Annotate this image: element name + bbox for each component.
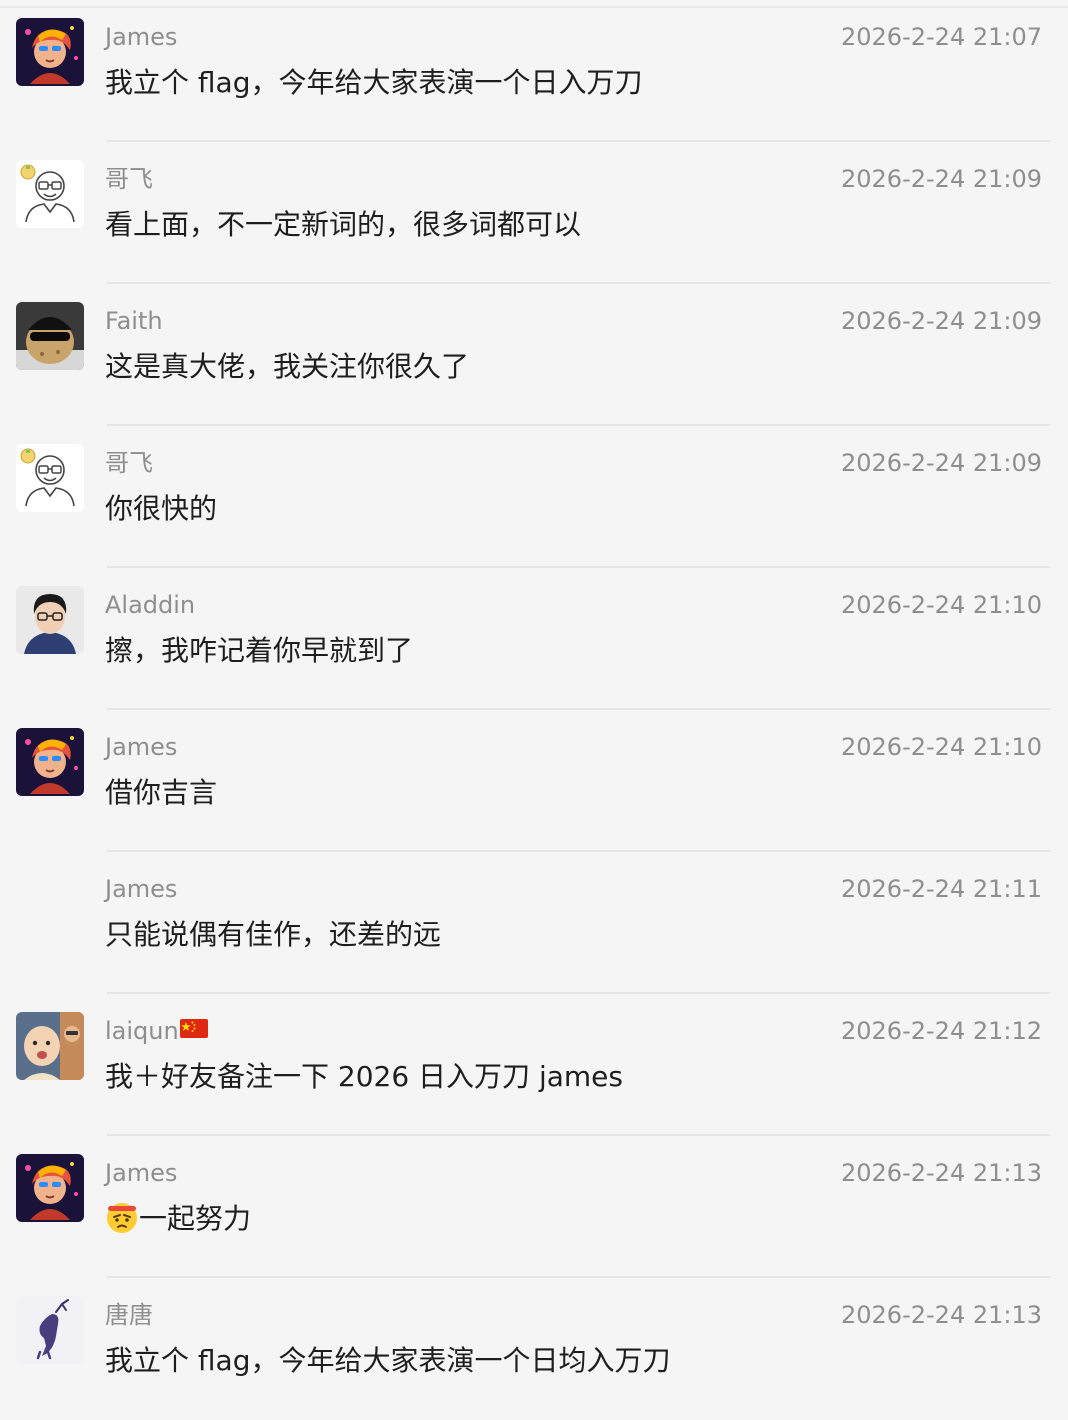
- message-text: 我立个 flag，今年给大家表演一个日均入万刀: [105, 1344, 671, 1377]
- message-row: Faith 2026-2-24 21:09 这是真大佬，我关注你很久了: [0, 284, 1068, 426]
- message-row: 哥飞 2026-2-24 21:09 看上面，不一定新词的，很多词都可以: [0, 142, 1068, 284]
- china-flag-icon: [179, 1019, 208, 1038]
- message-timestamp: 2026-2-24 21:09: [841, 449, 1042, 477]
- message-row: James 2026-2-24 21:10 借你吉言: [0, 710, 1068, 852]
- sender-name[interactable]: Faith: [105, 306, 163, 336]
- message-timestamp: 2026-2-24 21:13: [841, 1301, 1042, 1329]
- message-timestamp: 2026-2-24 21:10: [841, 733, 1042, 761]
- message-timestamp: 2026-2-24 21:11: [841, 875, 1042, 903]
- aladdin-photo-avatar[interactable]: [16, 586, 84, 654]
- message-text: 一起努力: [105, 1199, 251, 1239]
- message-row: Aladdin 2026-2-24 21:10 擦，我咋记着你早就到了: [0, 568, 1068, 710]
- message-text: 我立个 flag，今年给大家表演一个日入万刀: [105, 66, 643, 99]
- message-text: 你很快的: [105, 492, 218, 525]
- message-text-content: 一起努力: [139, 1202, 252, 1235]
- message-text: 这是真大佬，我关注你很久了: [105, 350, 470, 383]
- sender-name[interactable]: James: [105, 1158, 177, 1188]
- gefei-sketch-avatar[interactable]: [16, 160, 84, 228]
- message-timestamp: 2026-2-24 21:10: [841, 591, 1042, 619]
- sender-name[interactable]: 唐唐: [105, 1300, 153, 1330]
- message-text: 只能说偶有佳作，还差的远: [105, 918, 442, 951]
- faith-sunglasses-avatar[interactable]: [16, 302, 84, 370]
- laiqun-baby-photo-avatar[interactable]: [16, 1012, 84, 1080]
- sender-name[interactable]: 哥飞: [105, 448, 153, 478]
- sender-name[interactable]: Aladdin: [105, 590, 195, 620]
- sender-name[interactable]: James: [105, 732, 177, 762]
- sender-name[interactable]: James: [105, 22, 177, 52]
- sender-name[interactable]: 哥飞: [105, 164, 153, 194]
- message-timestamp: 2026-2-24 21:13: [841, 1159, 1042, 1187]
- james-anime-avatar[interactable]: [16, 18, 84, 86]
- message-text: 我＋好友备注一下 2026 日入万刀 james: [105, 1060, 623, 1093]
- sender-name[interactable]: James: [105, 874, 177, 904]
- message-row: James 2026-2-24 21:13 一起努力: [0, 1136, 1068, 1278]
- message-row: 哥飞 2026-2-24 21:09 你很快的: [0, 426, 1068, 568]
- sender-name-text: laiqun: [105, 1017, 179, 1045]
- message-timestamp: 2026-2-24 21:09: [841, 307, 1042, 335]
- gefei-sketch-avatar[interactable]: [16, 444, 84, 512]
- message-timestamp: 2026-2-24 21:12: [841, 1017, 1042, 1045]
- james-anime-avatar[interactable]: [16, 728, 84, 796]
- message-timestamp: 2026-2-24 21:07: [841, 23, 1042, 51]
- message-row: 唐唐 2026-2-24 21:13 我立个 flag，今年给大家表演一个日均入…: [0, 1278, 1068, 1420]
- tangtang-deer-avatar[interactable]: [16, 1296, 84, 1364]
- message-row: laiqun 2026-2-24 21:12 我＋好友备注一下 2026 日入万…: [0, 994, 1068, 1136]
- message-text: 借你吉言: [105, 776, 218, 809]
- determined-face-emoji-icon: [107, 1203, 137, 1233]
- james-anime-avatar[interactable]: [16, 1154, 84, 1222]
- message-text: 看上面，不一定新词的，很多词都可以: [105, 208, 582, 241]
- message-row: James 2026-2-24 21:11 只能说偶有佳作，还差的远: [0, 852, 1068, 994]
- sender-name[interactable]: laiqun: [105, 1016, 208, 1046]
- message-timestamp: 2026-2-24 21:09: [841, 165, 1042, 193]
- message-text: 擦，我咋记着你早就到了: [105, 634, 414, 667]
- message-row: James 2026-2-24 21:07 我立个 flag，今年给大家表演一个…: [0, 0, 1068, 142]
